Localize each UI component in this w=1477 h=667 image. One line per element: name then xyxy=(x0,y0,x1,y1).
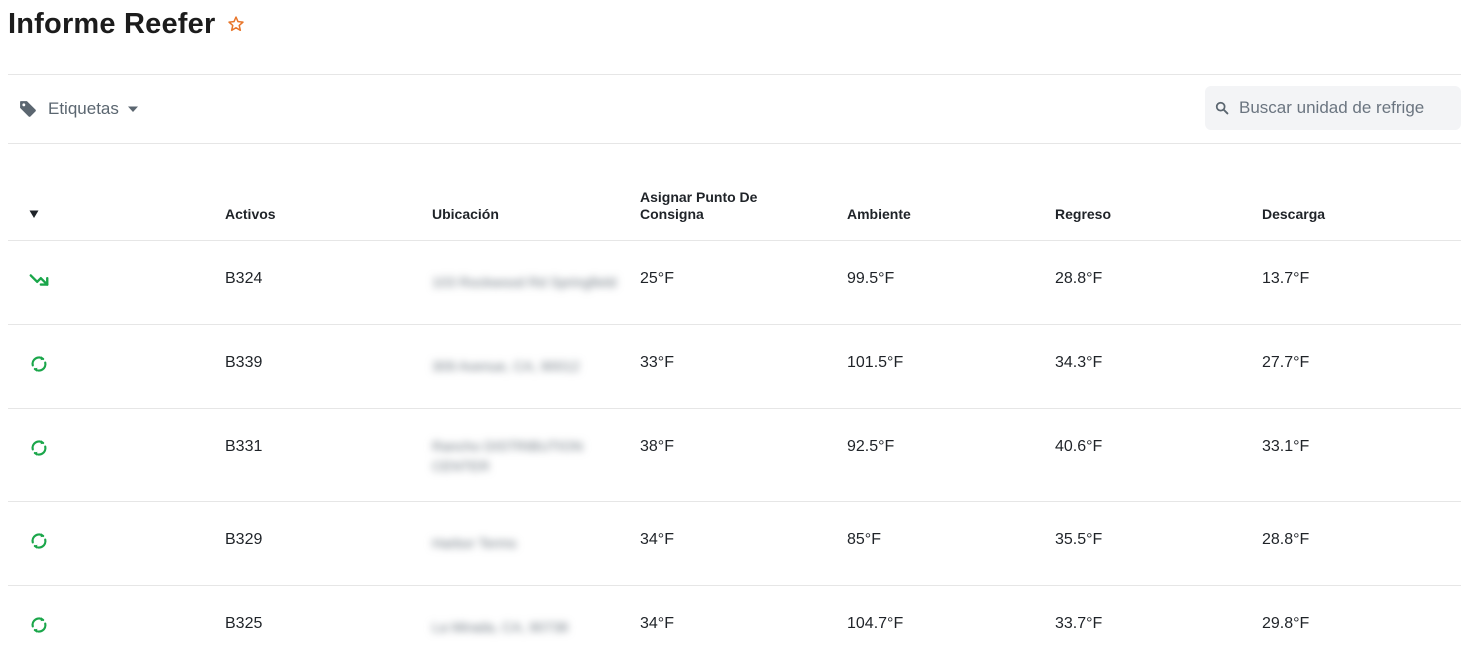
discharge-cell: 33.1°F xyxy=(1262,438,1310,455)
tags-label: Etiquetas xyxy=(48,99,119,118)
ambient-cell: 101.5°F xyxy=(847,354,904,371)
setpoint-cell: 34°F xyxy=(640,531,674,548)
table-row[interactable]: B339 309 Avenue, CA, 90012 33°F 101.5°F … xyxy=(8,325,1461,409)
setpoint-cell: 38°F xyxy=(640,438,674,455)
asset-cell[interactable]: B325 xyxy=(225,615,262,633)
table-row[interactable]: B331 Rancho DISTRIBUTION CENTER 38°F 92.… xyxy=(8,409,1461,502)
header-return[interactable]: Regreso xyxy=(1055,206,1111,223)
star-icon[interactable] xyxy=(226,14,246,34)
tag-icon xyxy=(20,101,36,117)
return-cell: 28.8°F xyxy=(1055,270,1103,287)
sync-icon xyxy=(31,533,47,549)
page-title: Informe Reefer xyxy=(8,7,216,40)
ambient-cell: 99.5°F xyxy=(847,270,895,287)
sort-caret-icon[interactable] xyxy=(28,208,40,220)
header-location[interactable]: Ubicación xyxy=(432,206,499,223)
location-cell: Harbor Terms xyxy=(432,535,517,551)
location-cell: 309 Avenue, CA, 90012 xyxy=(432,358,580,374)
trending-down-icon xyxy=(29,274,49,286)
discharge-cell: 28.8°F xyxy=(1262,531,1310,548)
sync-icon xyxy=(31,356,47,372)
ambient-cell: 92.5°F xyxy=(847,438,895,455)
chevron-down-icon xyxy=(127,106,138,112)
table-row[interactable]: B324 103 Rockwood Rd Springfield 25°F 99… xyxy=(8,241,1461,325)
ambient-cell: 104.7°F xyxy=(847,615,904,632)
header-setpoint[interactable]: Asignar Punto De Consigna xyxy=(640,189,790,223)
setpoint-cell: 34°F xyxy=(640,615,674,632)
return-cell: 35.5°F xyxy=(1055,531,1103,548)
reefer-table: Activos Ubicación Asignar Punto De Consi… xyxy=(8,186,1461,667)
discharge-cell: 27.7°F xyxy=(1262,354,1310,371)
toolbar-divider xyxy=(8,143,1461,144)
return-cell: 40.6°F xyxy=(1055,438,1103,455)
header-divider xyxy=(8,74,1461,75)
search-icon xyxy=(1215,101,1229,115)
sync-icon xyxy=(31,617,47,633)
asset-cell[interactable]: B329 xyxy=(225,531,262,549)
table-row[interactable]: B325 La Mirada, CA, 90738 34°F 104.7°F 3… xyxy=(8,586,1461,667)
sync-icon xyxy=(31,440,47,456)
discharge-cell: 13.7°F xyxy=(1262,270,1310,287)
header-discharge[interactable]: Descarga xyxy=(1262,206,1325,223)
ambient-cell: 85°F xyxy=(847,531,881,548)
asset-cell[interactable]: B324 xyxy=(225,270,262,288)
table-header: Activos Ubicación Asignar Punto De Consi… xyxy=(8,186,1461,241)
asset-cell[interactable]: B331 xyxy=(225,438,262,456)
location-cell: 103 Rockwood Rd Springfield xyxy=(432,274,617,290)
setpoint-cell: 33°F xyxy=(640,354,674,371)
asset-cell[interactable]: B339 xyxy=(225,354,262,372)
search-input[interactable] xyxy=(1239,98,1444,118)
page-header: Informe Reefer xyxy=(8,4,246,44)
header-ambient[interactable]: Ambiente xyxy=(847,206,911,223)
tags-filter-button[interactable]: Etiquetas xyxy=(18,96,139,122)
discharge-cell: 29.8°F xyxy=(1262,615,1310,632)
search-box[interactable] xyxy=(1205,86,1461,130)
header-asset[interactable]: Activos xyxy=(225,206,276,223)
table-row[interactable]: B329 Harbor Terms 34°F 85°F 35.5°F 28.8°… xyxy=(8,502,1461,586)
return-cell: 34.3°F xyxy=(1055,354,1103,371)
setpoint-cell: 25°F xyxy=(640,270,674,287)
return-cell: 33.7°F xyxy=(1055,615,1103,632)
location-cell: La Mirada, CA, 90738 xyxy=(432,619,569,635)
location-cell: Rancho DISTRIBUTION CENTER xyxy=(432,438,583,474)
